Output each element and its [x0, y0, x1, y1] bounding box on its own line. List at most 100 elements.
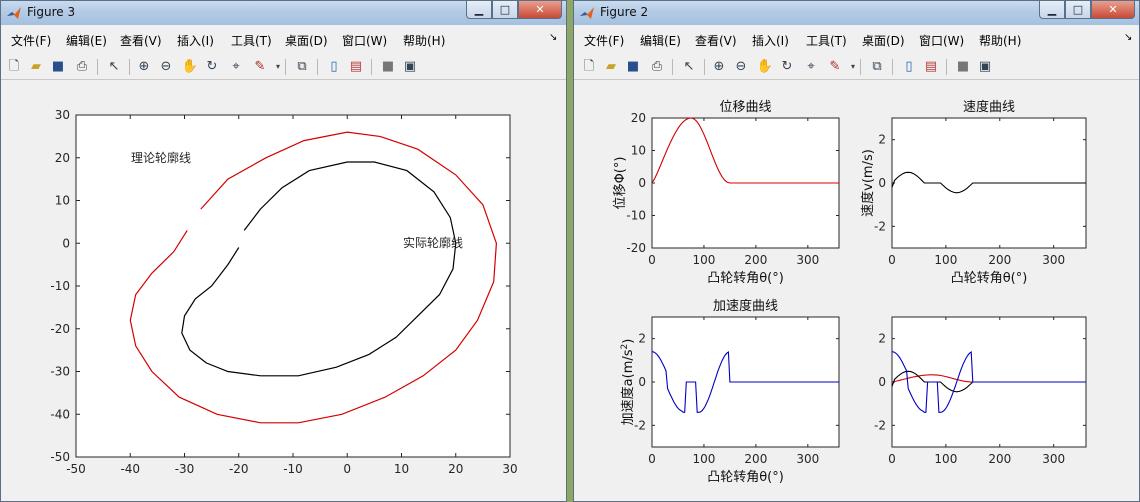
x-tick-label: 0	[648, 253, 656, 267]
save-icon[interactable]: ■	[49, 58, 67, 76]
menu-desktop[interactable]: 桌面(D)	[862, 32, 905, 49]
close-button[interactable]: ✕	[518, 1, 562, 19]
brush-icon[interactable]: ✎	[251, 58, 269, 76]
y-axis-label-text: 速度v(m/s)	[860, 149, 876, 217]
y-axis-label: 加速度a(m/s2)	[620, 339, 636, 426]
figure2-window: Figure 2 ▁ □ ✕ 文件(F) 编辑(E) 查看(V) 插入(I) 工…	[573, 0, 1140, 502]
y-tick-label: 0	[638, 176, 646, 190]
open-file-icon[interactable]: ▰	[27, 58, 45, 76]
pan-icon[interactable]: ✋	[181, 58, 199, 76]
figure2-title: Figure 2	[600, 5, 649, 19]
y-tick-label: 20	[631, 111, 646, 125]
menu-insert[interactable]: 插入(I)	[752, 32, 789, 49]
pan-icon[interactable]: ✋	[756, 58, 774, 76]
menu-tools[interactable]: 工具(T)	[231, 32, 272, 49]
x-tick-label: 200	[988, 452, 1011, 466]
data-cursor-icon[interactable]: ⌖	[802, 58, 820, 76]
new-figure-icon[interactable]: 🗋	[580, 58, 598, 76]
y-tick-label: -10	[50, 279, 70, 293]
x-tick-label: -10	[283, 462, 303, 476]
colorbar-icon[interactable]: ▯	[325, 58, 343, 76]
subplot-title: 位移曲线	[719, 100, 771, 115]
edit-plot-icon[interactable]: ↖	[105, 58, 123, 76]
y-tick-label: 0	[62, 236, 70, 250]
figure2-titlebar[interactable]: Figure 2 ▁ □ ✕	[574, 1, 1139, 25]
menu-edit[interactable]: 编辑(E)	[66, 32, 107, 49]
zoom-out-icon[interactable]: ⊖	[157, 58, 175, 76]
menu-file[interactable]: 文件(F)	[11, 32, 51, 49]
hide-plot-tools-icon[interactable]: ■	[379, 58, 397, 76]
maximize-button[interactable]: □	[1065, 1, 1091, 19]
print-icon[interactable]: ⎙	[648, 58, 666, 76]
x-tick-label: 20	[448, 462, 463, 476]
link-plot-icon[interactable]: ⧉	[293, 58, 311, 76]
zoom-out-icon[interactable]: ⊖	[732, 58, 750, 76]
menu-window[interactable]: 窗口(W)	[919, 32, 964, 49]
figure3-titlebar[interactable]: Figure 3 ▁ □ ✕	[1, 1, 566, 25]
print-icon[interactable]: ⎙	[73, 58, 91, 76]
y-axis-label: 位移Φ(°)	[613, 157, 628, 210]
subplot-title: 加速度曲线	[713, 298, 778, 314]
close-button[interactable]: ✕	[1091, 1, 1135, 19]
hide-plot-tools-icon[interactable]: ■	[954, 58, 972, 76]
menu-desktop[interactable]: 桌面(D)	[285, 32, 328, 49]
menu-help[interactable]: 帮助(H)	[403, 32, 445, 49]
x-axis-label: 凸轮转角θ(°)	[951, 271, 1028, 286]
menubar-dock-icon[interactable]: ↘	[549, 32, 557, 43]
show-plot-tools-icon[interactable]: ▣	[976, 58, 994, 76]
x-tick-label: -40	[120, 462, 140, 476]
x-axis-label: 凸轮转角θ(°)	[707, 470, 784, 485]
data-cursor-icon[interactable]: ⌖	[227, 58, 245, 76]
menu-tools[interactable]: 工具(T)	[806, 32, 847, 49]
menu-view[interactable]: 查看(V)	[695, 32, 737, 49]
new-figure-icon[interactable]: 🗋	[5, 58, 23, 76]
x-tick-label: 30	[502, 462, 517, 476]
open-file-icon[interactable]: ▰	[602, 58, 620, 76]
figure3-menubar: 文件(F) 编辑(E) 查看(V) 插入(I) 工具(T) 桌面(D) 窗口(W…	[1, 29, 566, 51]
matlab-icon	[7, 7, 21, 19]
menu-edit[interactable]: 编辑(E)	[640, 32, 681, 49]
menu-view[interactable]: 查看(V)	[120, 32, 162, 49]
y-tick-label: 2	[878, 133, 886, 147]
menu-insert[interactable]: 插入(I)	[177, 32, 214, 49]
x-tick-label: 300	[1042, 253, 1065, 267]
edit-plot-icon[interactable]: ↖	[680, 58, 698, 76]
x-tick-label: 100	[934, 253, 957, 267]
zoom-in-icon[interactable]: ⊕	[135, 58, 153, 76]
menu-window[interactable]: 窗口(W)	[342, 32, 387, 49]
y-axis-label-text: 加速度a(m/s	[620, 349, 636, 425]
minimize-button[interactable]: ▁	[466, 1, 492, 19]
y-tick-label: 0	[638, 375, 646, 389]
show-plot-tools-icon[interactable]: ▣	[401, 58, 419, 76]
maximize-button[interactable]: □	[492, 1, 518, 19]
figure2-canvas: 0 100 200 300 20 10 0 -10 -20 位移曲线 凸轮转角θ(°) 位移Φ(°) 0…	[574, 81, 1139, 501]
y-tick-label: -2	[874, 219, 886, 233]
colorbar-icon[interactable]: ▯	[900, 58, 918, 76]
x-tick-label: 100	[692, 452, 715, 466]
y-tick-label: -10	[626, 209, 646, 223]
menu-file[interactable]: 文件(F)	[584, 32, 624, 49]
x-tick-label: 0	[648, 452, 656, 466]
menubar-dock-icon[interactable]: ↘	[1124, 32, 1132, 43]
figure2-menubar: 文件(F) 编辑(E) 查看(V) 插入(I) 工具(T) 桌面(D) 窗口(W…	[574, 29, 1139, 51]
legend-icon[interactable]: ▤	[347, 58, 365, 76]
figure2-subplots[interactable]: 0 100 200 30020100-10-20位移曲线凸轮转角θ(°)位移Φ(°)0…	[574, 81, 1140, 502]
link-plot-icon[interactable]: ⧉	[868, 58, 886, 76]
menu-help[interactable]: 帮助(H)	[979, 32, 1021, 49]
legend-icon[interactable]: ▤	[922, 58, 940, 76]
x-tick-label: 200	[744, 253, 767, 267]
zoom-in-icon[interactable]: ⊕	[710, 58, 728, 76]
y-tick-label: -20	[626, 241, 646, 255]
annotation-theoretical: 理论轮廓线	[131, 150, 191, 165]
x-tick-label: 300	[796, 452, 819, 466]
rotate-3d-icon[interactable]: ↻	[778, 58, 796, 76]
y-tick-label: 0	[878, 176, 886, 190]
save-icon[interactable]: ■	[624, 58, 642, 76]
y-tick-label: 0	[878, 375, 886, 389]
brush-icon[interactable]: ✎	[826, 58, 844, 76]
figure3-axes[interactable]: -50 -40 -30 -20 -10 0 10 20 30 30 20 10 0 -10 -20 -30 -4…	[1, 81, 567, 502]
y-tick-label: -20	[50, 322, 70, 336]
minimize-button[interactable]: ▁	[1039, 1, 1065, 19]
x-tick-label: 10	[394, 462, 409, 476]
rotate-3d-icon[interactable]: ↻	[203, 58, 221, 76]
